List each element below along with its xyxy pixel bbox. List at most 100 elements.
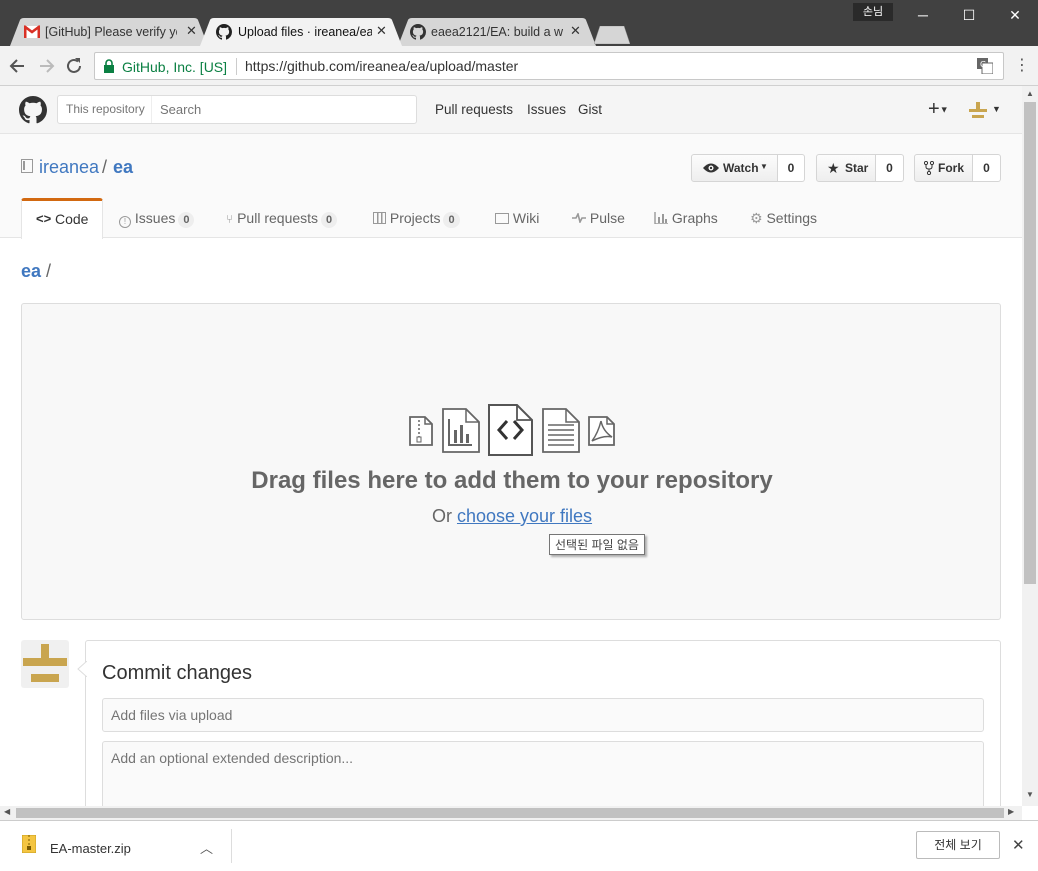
watch-count[interactable]: 0 — [778, 154, 805, 182]
file-input-tooltip: 선택된 파일 없음 — [549, 534, 645, 555]
breadcrumb: ea / — [21, 261, 51, 282]
file-dropzone[interactable]: Drag files here to add them to your repo… — [21, 303, 1001, 620]
drag-instructions: Drag files here to add them to your repo… — [251, 467, 773, 494]
lock-icon — [103, 59, 115, 76]
star-icon: ★ — [827, 160, 840, 176]
chevron-up-icon[interactable]: ︿ — [200, 838, 213, 857]
browser-menu-icon[interactable]: ⋮ — [1014, 54, 1030, 78]
tab-title: Upload files · ireanea/ea — [238, 25, 372, 39]
user-avatar-button[interactable]: ▼ — [968, 100, 1001, 123]
back-button[interactable] — [6, 54, 30, 78]
url-text[interactable]: https://github.com/ireanea/ea/upload/mas… — [245, 58, 518, 74]
nav-gist[interactable]: Gist — [578, 102, 602, 117]
or-label: Or — [431, 506, 452, 526]
github-header: This repository Pull requests Issues Gis… — [0, 86, 1022, 134]
github-logo-icon[interactable] — [19, 96, 47, 127]
scroll-down-icon[interactable]: ▼ — [1026, 790, 1034, 799]
pulse-icon — [572, 211, 586, 225]
nav-issues[interactable]: Issues — [527, 102, 566, 117]
caret-down-icon: ▼ — [992, 104, 1001, 114]
profile-name[interactable]: 손님 — [853, 3, 893, 21]
file-types-illustration — [409, 404, 615, 456]
issues-count: 0 — [178, 212, 195, 228]
close-icon[interactable]: ✕ — [186, 23, 197, 39]
forward-button[interactable] — [34, 54, 58, 78]
scroll-up-icon[interactable]: ▲ — [1026, 89, 1034, 98]
repo-path-separator: / — [102, 157, 108, 177]
download-item[interactable]: EA-master.zip ︿ — [0, 821, 232, 871]
search-form: This repository — [57, 95, 417, 124]
commit-summary-input[interactable] — [102, 698, 984, 732]
vertical-scrollbar[interactable]: ▲ ▼ — [1022, 86, 1038, 806]
close-icon[interactable]: ✕ — [376, 23, 387, 39]
tab-title: [GitHub] Please verify yo — [45, 25, 177, 39]
watch-button[interactable]: Watch ▼ — [691, 154, 778, 182]
reload-button[interactable] — [62, 54, 86, 78]
scroll-left-icon[interactable]: ◀ — [4, 807, 10, 816]
svg-text:G: G — [980, 60, 986, 69]
scroll-thumb[interactable] — [1024, 102, 1036, 584]
code-icon: <> — [36, 211, 52, 226]
search-input[interactable] — [154, 98, 412, 121]
nav-pull-requests[interactable]: Pull requests — [435, 102, 513, 117]
watch-label: Watch — [723, 161, 759, 175]
browser-tab-upload[interactable]: Upload files · ireanea/ea ✕ — [200, 18, 402, 46]
gmail-icon — [23, 25, 41, 39]
gear-icon: ⚙ — [750, 210, 763, 226]
show-all-downloads-button[interactable]: 전체 보기 — [916, 831, 1000, 859]
tab-issues[interactable]: ! Issues 0 — [119, 198, 195, 238]
tab-wiki[interactable]: Wiki — [495, 198, 539, 238]
maximize-button[interactable]: ☐ — [946, 0, 992, 30]
repo-owner-link[interactable]: ireanea — [39, 157, 99, 178]
tab-label: Pulse — [589, 210, 625, 226]
wiki-icon — [495, 213, 509, 224]
new-tab-button[interactable] — [594, 26, 630, 44]
github-icon — [216, 24, 232, 43]
star-count[interactable]: 0 — [876, 154, 904, 182]
tab-pulse[interactable]: Pulse — [572, 198, 625, 238]
pull-request-icon: ⑂ — [226, 212, 234, 226]
arrow-right-icon — [40, 59, 55, 73]
close-icon[interactable]: ✕ — [1012, 836, 1025, 854]
close-window-button[interactable]: ✕ — [992, 0, 1038, 30]
file-zip-icon — [409, 416, 433, 446]
download-file-name: EA-master.zip — [50, 841, 131, 856]
security-label: GitHub, Inc. [US] — [122, 59, 228, 75]
tab-code[interactable]: <> Code — [21, 198, 103, 239]
tab-graphs[interactable]: Graphs — [654, 198, 718, 238]
choose-files-line: Or choose your files — [22, 506, 1002, 527]
breadcrumb-repo-link[interactable]: ea — [21, 261, 41, 281]
tab-label: Issues — [134, 210, 176, 226]
scroll-right-icon[interactable]: ▶ — [1008, 807, 1014, 816]
commit-description-input[interactable] — [102, 741, 984, 806]
create-new-button[interactable]: +▼ — [928, 98, 949, 121]
minimize-button[interactable]: ─ — [900, 0, 946, 30]
star-button[interactable]: ★ Star — [816, 154, 876, 182]
address-bar[interactable]: GitHub, Inc. [US] https://github.com/ire… — [94, 52, 1004, 80]
github-icon — [410, 24, 426, 43]
browser-tab-gmail[interactable]: [GitHub] Please verify yo ✕ — [10, 18, 208, 46]
tab-label: Settings — [766, 210, 818, 226]
avatar[interactable] — [21, 640, 69, 688]
tab-label: Code — [55, 211, 89, 227]
close-icon[interactable]: ✕ — [570, 23, 581, 39]
translate-icon[interactable]: G — [977, 58, 994, 77]
choose-files-link[interactable]: choose your files — [457, 506, 592, 526]
tab-settings[interactable]: ⚙ Settings — [750, 198, 817, 238]
pull-requests-count: 0 — [321, 212, 338, 228]
tab-label: Graphs — [671, 210, 718, 226]
browser-tab-ea-repo[interactable]: eaea2121/EA: build a wi ✕ — [398, 18, 596, 46]
horizontal-scrollbar[interactable]: ◀ ▶ — [0, 806, 1022, 820]
scroll-thumb[interactable] — [16, 808, 1004, 818]
tab-projects[interactable]: Projects 0 — [373, 198, 460, 238]
repo-name-link[interactable]: ea — [113, 157, 133, 178]
fork-icon — [923, 160, 935, 178]
file-chart-icon — [442, 408, 480, 453]
zip-file-icon — [21, 834, 37, 856]
divider — [231, 829, 232, 863]
tab-pull-requests[interactable]: ⑂ Pull requests 0 — [226, 198, 338, 238]
star-label: Star — [845, 161, 869, 175]
fork-button[interactable]: Fork — [914, 154, 973, 182]
caret-down-icon: ▼ — [760, 162, 768, 171]
fork-count[interactable]: 0 — [973, 154, 1001, 182]
